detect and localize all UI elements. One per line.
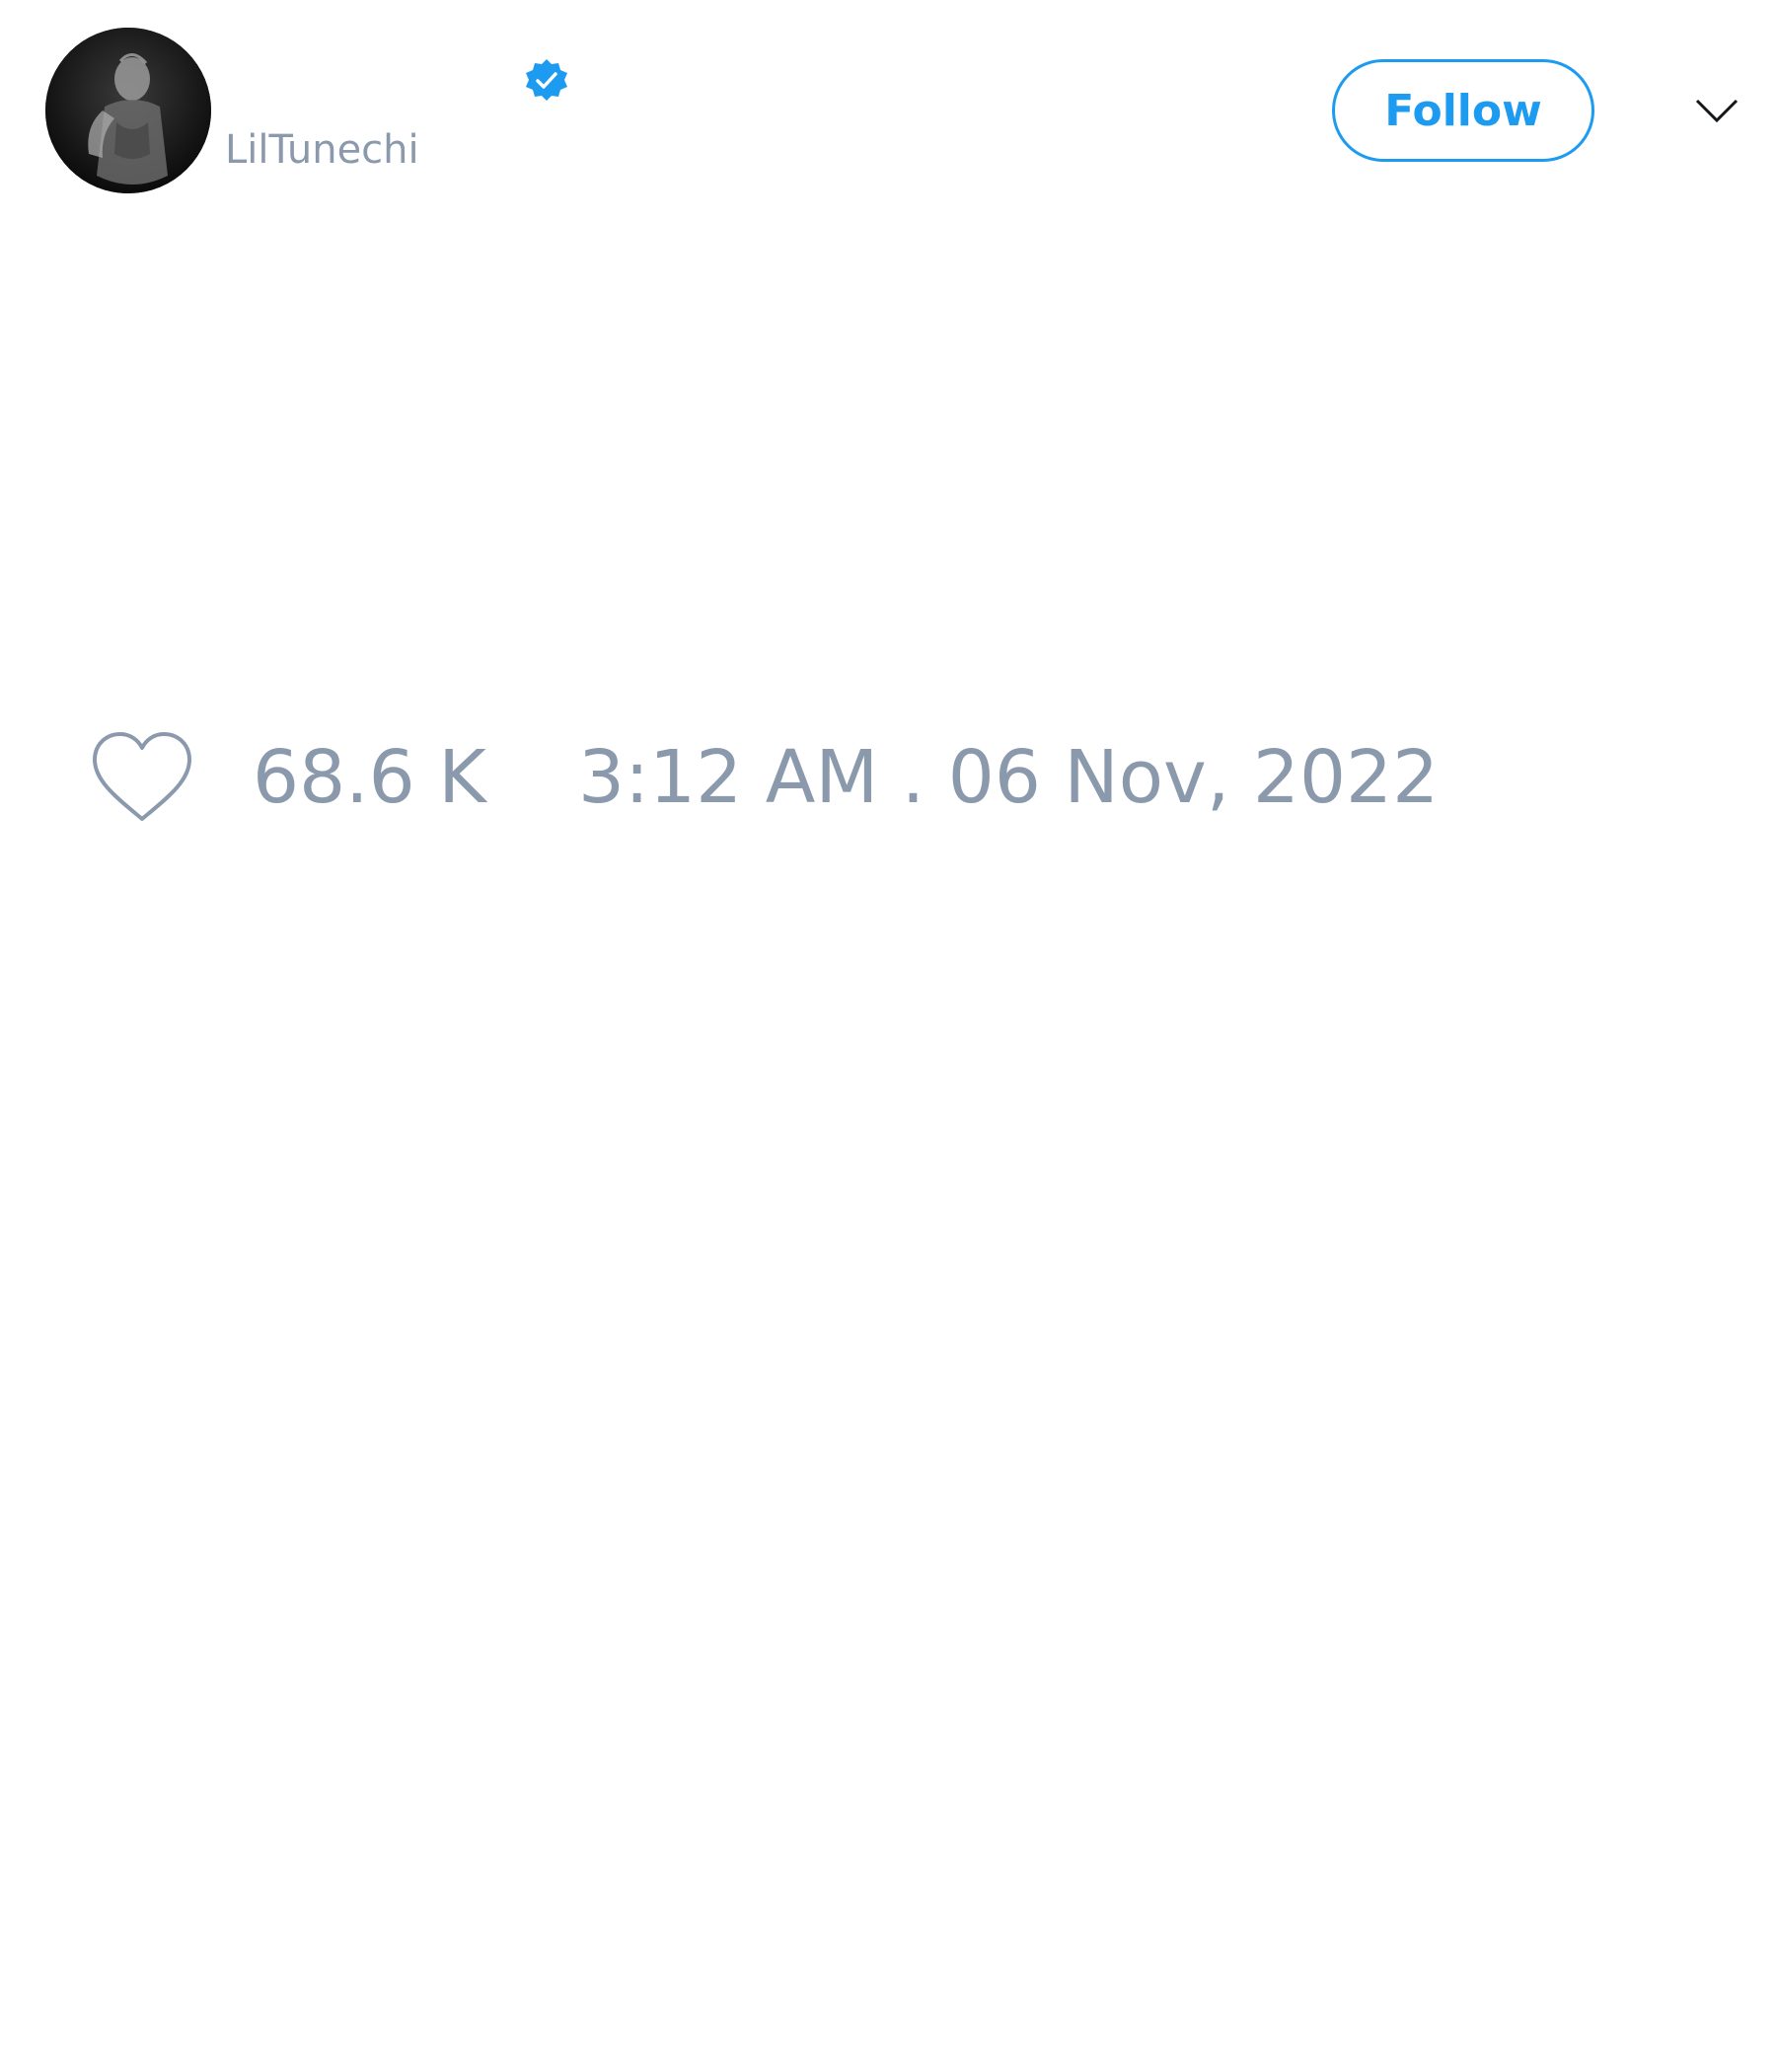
follow-button[interactable]: Follow: [1332, 59, 1594, 162]
avatar[interactable]: [45, 28, 211, 193]
user-handle[interactable]: LilTunechi: [225, 126, 419, 174]
verified-badge-icon: [523, 57, 570, 105]
avatar-photo: [45, 28, 211, 193]
timestamp[interactable]: 3:12 AM . 06 Nov, 2022: [578, 734, 1439, 821]
chevron-down-icon[interactable]: [1693, 91, 1740, 130]
like-count: 68.6 K: [253, 735, 486, 820]
heart-icon[interactable]: [89, 730, 195, 825]
display-name[interactable]: [225, 57, 521, 105]
tweet-text: [45, 217, 1723, 691]
